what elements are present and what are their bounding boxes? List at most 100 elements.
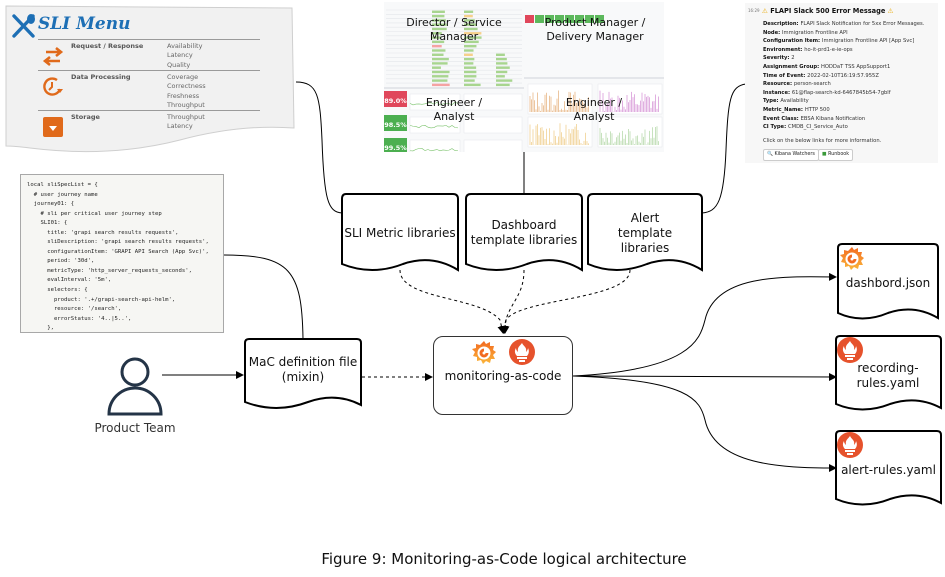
table-bar [432,66,441,69]
table-bar [464,62,474,65]
table-bar [464,57,475,61]
search-icon: 🔍 [767,152,773,157]
chart-panel [463,139,523,152]
alert-field-label: Node: [763,29,783,36]
alert-footer: Click on the below links for more inform… [763,138,882,144]
table-bar [464,53,473,56]
alert-field-value: Availability [780,98,809,105]
warning-icon: ⚠ [887,7,894,15]
alert-field: Description: FLAPI Slack Notification fo… [763,20,924,29]
sli-row-request-response: Request / Response Availability Latency … [38,39,260,72]
user-icon [107,357,163,416]
table-bar [432,75,449,78]
monitoring-as-code-box[interactable]: monitoring-as-code [433,336,573,415]
alert-field-label: Configuration Item: [763,38,822,45]
alert-field-label: Time of Event: [763,72,808,79]
alert-field: Instance: 61@flap-search-kd-6467845b54-7… [763,89,924,98]
alert-field: Metric_Name: HTTP 500 [763,106,924,115]
table-bar [464,45,477,48]
table-bar [496,70,508,74]
sli-item: Latency [167,122,193,131]
alert-field: Configuration Item: Immigration Frontlin… [763,37,924,46]
clock-refresh-icon [43,77,63,96]
alert-field: Time of Event: 2022-02-10T16:19:57.955Z [763,72,924,81]
code-line: # user journey name [27,191,98,198]
sli-item: Coverage [167,73,199,81]
connector-monitoring-to-alert-rules [572,375,837,472]
alert-field-value: person-search [793,81,831,88]
alert-field-label: Event Class: [763,115,801,122]
code-line: period: '30d', [27,258,95,265]
alert-field-value: 61@flap-search-kd-6467845b54-7gblf [791,89,891,96]
book-icon: ■ [822,152,827,157]
sli-metric-libraries[interactable]: SLI Metric libraries [342,200,458,266]
alert-field-value: 2 [791,55,795,62]
code-line: evalInterval: '5m', [27,277,112,284]
code-line: product: '.+/grapi-search-api-helm', [27,296,176,303]
code-line: SLI01: { [27,220,68,227]
dashboard-left: Director / Service Manager Engineer / An… [384,2,524,152]
table-bar [464,79,475,82]
kibana-watchers-label: Kibana Watchers [774,152,815,157]
sli-items: Availability Latency Quality [167,42,202,70]
kibana-watchers-button[interactable]: 🔍 Kibana Watchers [763,149,819,161]
sli-item: Quality [167,60,191,69]
alert-field-value: Immigration Frontline API [782,29,848,36]
table-bar [496,79,513,82]
alert-field: Environment: ho-it-prd1-e-ie-ops [763,46,924,55]
output-recording-rules[interactable]: recording-rules.yaml [848,360,928,392]
table-bar [496,62,508,65]
fork-spoon-icon [12,14,35,38]
code-line: local sliSpecList = { [27,182,98,188]
alert-title: ⚠ FLAPI Slack 500 Error Message ⚠ [762,7,894,15]
product-team-label: Product Team [94,421,176,435]
alert-field-value: Immigration Frontline API [App Svc] [821,38,915,45]
alert-field-label: Type: [763,98,781,105]
sli-item: Correctness [167,82,206,91]
table-bar [496,57,507,61]
stat-panel-1: 89.0% [384,91,407,107]
output-alert-rules[interactable]: alert-rules.yaml [836,460,941,480]
output-dashboard-json[interactable]: dashbord.json [838,272,938,294]
sli-menu-card: SLI Menu Request / Response Availability… [0,0,300,160]
sli-row-data-processing: Data Processing Coverage Correctness Fre… [38,70,260,111]
alert-field-label: Instance: [763,89,792,96]
connector-monitoring-to-recording-rules [572,372,837,381]
code-line: title: 'grapi search results requests', [27,229,179,236]
prometheus-icon [837,432,863,458]
alert-field-label: Assignment Group: [763,63,821,70]
table-bar [464,10,474,13]
mac-definition-file[interactable]: MaC definition file (mixin) [245,344,361,396]
dashboard-label-engineer-right: Engineer / Analyst [565,96,623,123]
alert-field-label: Metric_Name: [763,106,805,113]
alert-field-value: HTTP 500 [804,106,830,113]
sli-items: Throughput Latency [167,113,205,132]
dashboard-label-engineer-left: Engineer / Analyst [425,96,483,123]
code-line: journey01: { [27,201,75,208]
warning-icon: ⚠ [762,7,768,15]
code-line: # sli per critical user journey step [27,210,162,217]
alert-template-libraries[interactable]: Alert template libraries [588,200,702,266]
table-bar [496,83,510,87]
dashboard-label-product-manager: Product Manager / Delivery Manager [524,16,664,44]
dashboard-template-libraries[interactable]: Dashboard template libraries [466,200,582,266]
connector-dashboard-lib-to-mac [500,269,525,334]
alert-field-label: Description: [763,21,801,27]
connector-alert-lib-to-mac [501,269,631,334]
connector-monitoring-to-dashboard-json [572,272,837,377]
storage-box-icon [43,117,63,137]
sli-item: Throughput [167,113,205,121]
code-line: resource: '/search', [27,306,122,313]
runbook-button[interactable]: ■ Runbook [818,149,853,161]
runbook-label: Runbook [828,152,849,157]
table-bar [432,57,449,61]
table-bar [496,53,505,56]
table-bar [432,62,448,65]
table-bar [496,66,510,69]
alert-field-label: Environment: [763,46,805,53]
sli-item: Freshness [167,91,200,100]
sli-row-storage: Storage Throughput Latency [38,110,260,141]
alert-field-value: ho-it-prd1-e-ie-ops [804,46,853,53]
stat-panel-3: 99.5% [384,138,407,152]
table-bar [464,83,481,87]
